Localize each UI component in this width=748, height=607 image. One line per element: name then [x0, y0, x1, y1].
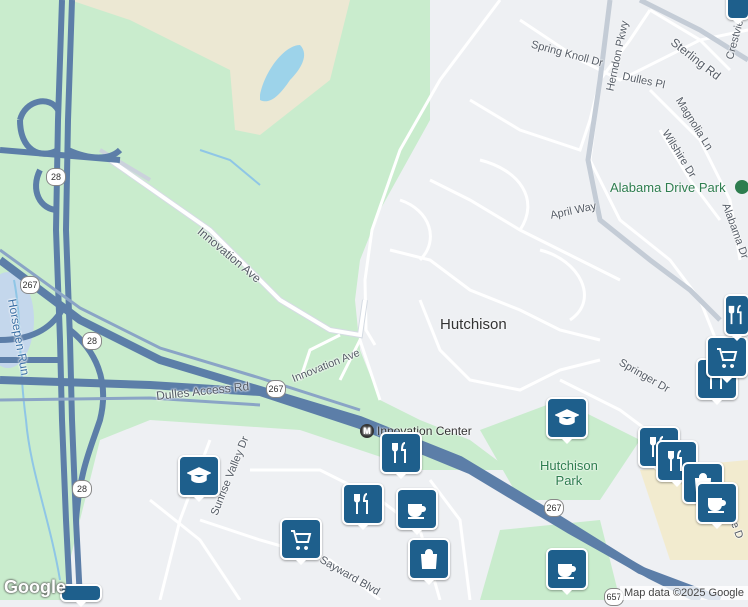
- cafe-icon[interactable]: [696, 482, 738, 529]
- route-267-shield: 267: [20, 276, 40, 294]
- google-logo: Google: [4, 577, 66, 597]
- route-28-shield-2: 28: [82, 332, 102, 350]
- route-28-shield-3: 28: [72, 480, 92, 498]
- poi-pin-partial[interactable]: [60, 584, 102, 607]
- route-28-shield: 28: [46, 168, 66, 186]
- hutchison-park-label: Hutchison Park: [540, 458, 598, 488]
- shopping-bag-icon[interactable]: [408, 538, 450, 585]
- restaurant-icon[interactable]: [380, 432, 422, 479]
- route-267-shield-2: 267: [266, 380, 286, 398]
- park-icon[interactable]: [735, 180, 748, 194]
- cafe-icon[interactable]: [546, 548, 588, 595]
- grocery-cart-icon[interactable]: [706, 336, 748, 383]
- school-icon[interactable]: [726, 0, 748, 25]
- hutchison-place-label: Hutchison: [440, 316, 507, 333]
- cafe-icon[interactable]: [396, 488, 438, 535]
- map-attribution[interactable]: Map data ©2025 Google: [619, 586, 748, 600]
- route-267-shield-3: 267: [544, 499, 564, 517]
- school-icon[interactable]: [178, 455, 220, 502]
- restaurant-icon[interactable]: [342, 483, 384, 530]
- restaurant-icon[interactable]: [724, 294, 748, 341]
- alabama-drive-park-label: Alabama Drive Park: [610, 180, 726, 195]
- school-icon[interactable]: [546, 397, 588, 444]
- grocery-cart-icon[interactable]: [280, 518, 322, 565]
- metro-icon: M: [360, 424, 374, 438]
